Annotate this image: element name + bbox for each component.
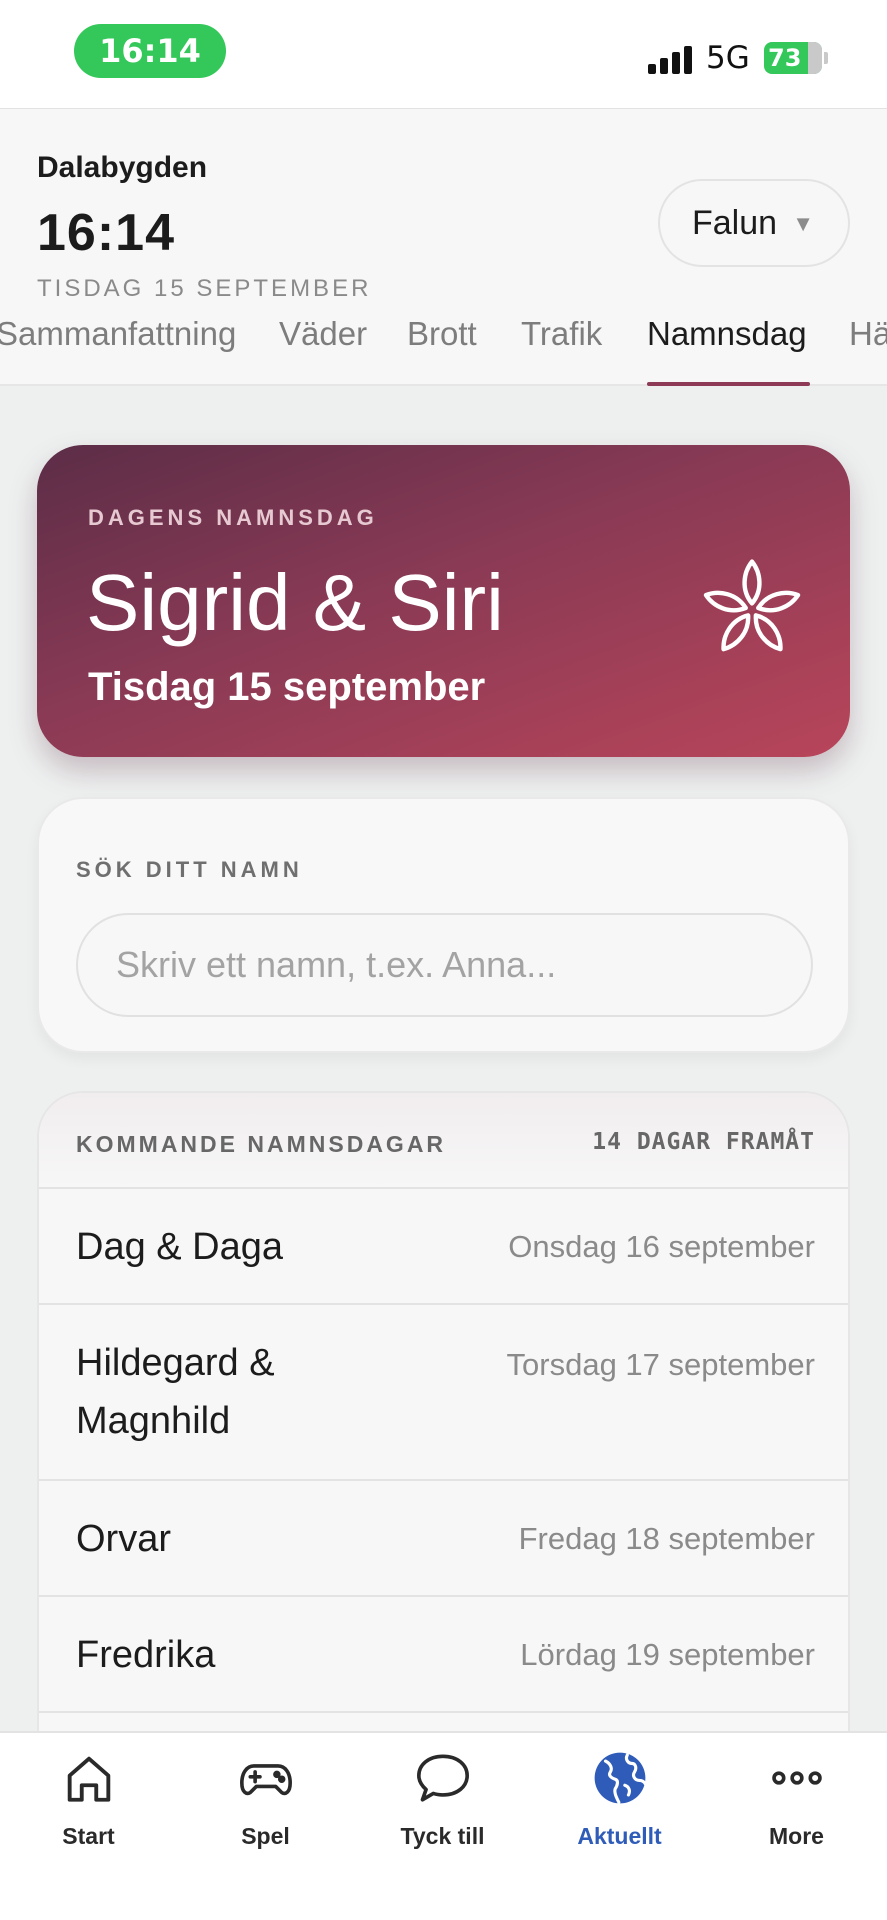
- battery-tip: [824, 52, 828, 64]
- nav-label: Tyck till: [400, 1823, 485, 1849]
- globe-icon: [594, 1752, 647, 1804]
- app-header: Dalabygden 16:14 TISDAG 15 SEPTEMBER Fal…: [0, 108, 887, 386]
- network-type: 5G: [706, 40, 750, 76]
- home-icon: [67, 1756, 111, 1802]
- city-select-value: Falun: [692, 203, 778, 242]
- bottom-nav: Start Spel Tyck till Aktuellt More: [0, 1731, 887, 1920]
- tab-bar: Sammanfattning Väder Brott Trafik Namnsd…: [0, 315, 887, 387]
- upcoming-range: 14 DAGAR FRAMÅT: [592, 1129, 815, 1155]
- status-time: 16:14: [74, 24, 226, 78]
- nav-spel[interactable]: Spel: [177, 1733, 354, 1863]
- hero-date: Tisdag 15 september: [88, 665, 486, 709]
- more-dots-icon: [772, 1771, 822, 1785]
- nav-label: Start: [62, 1823, 115, 1849]
- battery-icon: 73: [764, 42, 822, 74]
- nav-tyck-till[interactable]: Tyck till: [354, 1733, 531, 1863]
- nav-more[interactable]: More: [708, 1733, 885, 1863]
- upcoming-namedays-card: KOMMANDE NAMNSDAGAR 14 DAGAR FRAMÅT Dag …: [37, 1091, 850, 1731]
- search-label: SÖK DITT NAMN: [76, 857, 303, 882]
- signal-icon: [648, 44, 694, 74]
- list-item[interactable]: Hildegard & Magnhild Torsdag 17 septembe…: [39, 1305, 848, 1481]
- flower-icon: [703, 559, 801, 652]
- list-item-date: Lördag 19 september: [520, 1637, 815, 1672]
- chevron-down-icon: ▼: [792, 211, 814, 236]
- list-item-date: Fredag 18 september: [518, 1521, 815, 1556]
- tab-trafik[interactable]: Trafik: [521, 315, 602, 353]
- tab-hallbarhet[interactable]: Hä: [849, 315, 887, 353]
- hero-kicker: DAGENS NAMNSDAG: [88, 505, 378, 530]
- app-name: Dalabygden: [37, 151, 208, 184]
- list-item-name: Orvar: [76, 1518, 171, 1560]
- tab-namnsdag[interactable]: Namnsdag: [647, 315, 807, 353]
- list-item-name: Hildegard & Magnhild: [76, 1342, 275, 1442]
- gamepad-icon: [240, 1764, 292, 1796]
- city-select[interactable]: Falun ▼: [658, 179, 850, 267]
- list-item[interactable]: Orvar Fredag 18 september: [39, 1481, 848, 1597]
- nav-label: More: [769, 1823, 824, 1849]
- chat-bubble-icon: [417, 1754, 469, 1802]
- upcoming-header: KOMMANDE NAMNSDAGAR 14 DAGAR FRAMÅT: [39, 1093, 848, 1189]
- header-date: TISDAG 15 SEPTEMBER: [37, 275, 372, 302]
- name-search-card: SÖK DITT NAMN: [37, 797, 850, 1053]
- hero-names: Sigrid & Siri: [86, 558, 504, 647]
- header-clock: 16:14: [37, 204, 175, 262]
- nav-start[interactable]: Start: [0, 1733, 177, 1863]
- list-item[interactable]: Fredrika Lördag 19 september: [39, 1597, 848, 1713]
- battery-level: 73: [768, 44, 802, 72]
- list-item-name: Fredrika: [76, 1634, 216, 1676]
- tab-vader[interactable]: Väder: [279, 315, 367, 353]
- name-search-input[interactable]: [76, 913, 813, 1017]
- nav-label: Spel: [241, 1823, 290, 1849]
- status-bar: 16:14 5G 73: [0, 0, 887, 108]
- list-item-date: Onsdag 16 september: [508, 1229, 815, 1264]
- tab-brott[interactable]: Brott: [407, 315, 477, 353]
- tab-sammanfattning[interactable]: Sammanfattning: [0, 315, 236, 353]
- list-item[interactable]: Dag & Daga Onsdag 16 september: [39, 1189, 848, 1305]
- list-item-name: Dag & Daga: [76, 1226, 284, 1268]
- upcoming-title: KOMMANDE NAMNSDAGAR: [76, 1131, 447, 1157]
- todays-nameday-card: DAGENS NAMNSDAG Sigrid & Siri Tisdag 15 …: [37, 445, 850, 757]
- nav-aktuellt[interactable]: Aktuellt: [531, 1733, 708, 1863]
- active-tab-indicator: [647, 382, 810, 386]
- nav-label: Aktuellt: [577, 1823, 662, 1849]
- list-item-date: Torsdag 17 september: [506, 1347, 815, 1382]
